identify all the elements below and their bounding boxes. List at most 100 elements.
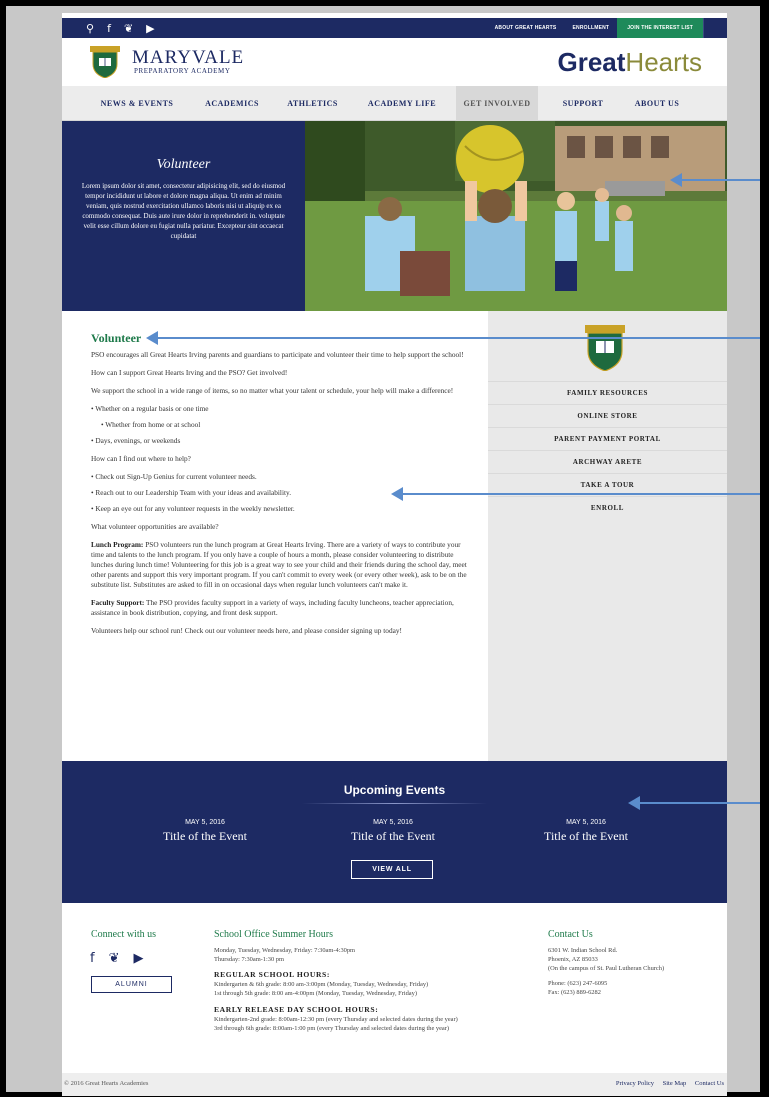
early-release-line: Kindergarten-2nd grade: 8:00am-12:30 pm …	[214, 1016, 458, 1023]
regular-hours-line: Kindergarten & 6th grade: 8:00 am-3:00pm…	[214, 981, 429, 988]
about-great-hearts-link[interactable]: ABOUT GREAT HEARTS	[487, 25, 565, 31]
hero-photo	[305, 121, 727, 311]
great-hearts-logo[interactable]: GreatHearts	[558, 48, 703, 76]
hero-text: Lorem ipsum dolor sit amet, consectetur …	[81, 182, 286, 240]
nav-support[interactable]: SUPPORT	[548, 86, 618, 121]
facebook-icon[interactable]: f	[90, 951, 95, 966]
nav-get-involved[interactable]: GET INVOLVED	[456, 86, 538, 121]
event-date: MAY 5, 2016	[373, 819, 413, 826]
paragraph: How can I find out where to help?	[91, 454, 191, 463]
office-hours-line: Thursday: 7:30am-1:30 pm	[214, 956, 284, 963]
contact-title: Contact Us	[548, 929, 593, 940]
main-content: Volunteer PSO encourages all Great Heart…	[62, 311, 488, 761]
office-hours-title: School Office Summer Hours	[214, 929, 333, 940]
connect-title: Connect with us	[91, 929, 156, 940]
sidebar-item-archway-arete[interactable]: ARCHWAY ARETE	[488, 450, 727, 473]
interest-list-button[interactable]: JOIN THE INTEREST LIST	[617, 18, 703, 38]
event-date: MAY 5, 2016	[185, 819, 225, 826]
early-release-line: 3rd through 6th grade: 8:00am-1:00 pm (e…	[214, 1025, 450, 1032]
paragraph: We support the school in a wide range of…	[91, 386, 454, 395]
early-release-title: EARLY RELEASE DAY SCHOOL HOURS:	[214, 1005, 379, 1014]
event-title[interactable]: Title of the Event	[293, 829, 493, 844]
annotation-arrow	[146, 331, 760, 345]
paragraph: PSO encourages all Great Hearts Irving p…	[91, 350, 464, 359]
lunch-program-text: PSO volunteers run the lunch program at …	[91, 540, 467, 589]
annotation-arrow	[391, 487, 760, 501]
phone-number[interactable]: Phone: (623) 247-6095	[548, 980, 607, 989]
address-line: (On the campus of St. Paul Lutheran Chur…	[548, 965, 665, 972]
social-icons: ⚲ f ❦ ▶	[86, 18, 155, 38]
nav-academy-life[interactable]: ACADEMY LIFE	[357, 86, 447, 121]
site-header: MARYVALE PREPARATORY ACADEMY GreatHearts	[62, 38, 727, 86]
youtube-icon[interactable]: ▶	[146, 22, 154, 35]
event-date: MAY 5, 2016	[566, 819, 606, 826]
school-subtitle: PREPARATORY ACADEMY	[134, 67, 231, 75]
utility-endcap	[703, 18, 727, 38]
annotation-arrow	[628, 796, 760, 810]
hero-title: Volunteer	[156, 157, 211, 172]
youtube-icon[interactable]: ▶	[133, 951, 143, 966]
annotation-arrow	[670, 173, 760, 187]
list-item: • Check out Sign-Up Genius for current v…	[91, 472, 257, 481]
nav-news-events[interactable]: NEWS & EVENTS	[92, 86, 182, 121]
paragraph: How can I support Great Hearts Irving an…	[91, 368, 288, 377]
list-item: • Keep an eye out for any volunteer requ…	[91, 504, 295, 513]
twitter-icon[interactable]: ❦	[109, 951, 120, 966]
article: Volunteer PSO encourages all Great Heart…	[91, 331, 471, 644]
privacy-policy-link[interactable]: Privacy Policy	[616, 1080, 654, 1087]
sidebar-item-parent-payment-portal[interactable]: PARENT PAYMENT PORTAL	[488, 427, 727, 450]
sidebar: FAMILY RESOURCES ONLINE STORE PARENT PAY…	[488, 311, 727, 761]
site-footer: Connect with us f ❦ ▶ ALUMNI School Offi…	[62, 903, 727, 1073]
sidebar-links: FAMILY RESOURCES ONLINE STORE PARENT PAY…	[488, 381, 727, 519]
alumni-button[interactable]: ALUMNI	[91, 976, 172, 993]
address-line: 6301 W. Indian School Rd.	[548, 947, 618, 954]
sidebar-item-family-resources[interactable]: FAMILY RESOURCES	[488, 381, 727, 404]
event-card[interactable]: MAY 5, 2016 Title of the Event	[293, 819, 493, 844]
nav-athletics[interactable]: ATHLETICS	[275, 86, 350, 121]
paragraph: What volunteer opportunities are availab…	[91, 522, 219, 531]
web-page: ⚲ f ❦ ▶ ABOUT GREAT HEARTS ENROLLMENT JO…	[62, 13, 727, 1096]
events-divider	[302, 803, 487, 804]
event-card[interactable]: MAY 5, 2016 Title of the Event	[486, 819, 686, 844]
lunch-program-label: Lunch Program:	[91, 540, 144, 549]
faculty-support-label: Faculty Support:	[91, 598, 145, 607]
hero-panel: Volunteer Lorem ipsum dolor sit amet, co…	[62, 121, 305, 311]
legal-links: Privacy Policy Site Map Contact Us	[609, 1080, 724, 1087]
utility-bar: ⚲ f ❦ ▶ ABOUT GREAT HEARTS ENROLLMENT JO…	[62, 18, 727, 38]
list-item: • Whether on a regular basis or one time	[91, 404, 209, 413]
list-item: • Days, evenings, or weekends	[91, 436, 181, 445]
event-card[interactable]: MAY 5, 2016 Title of the Event	[105, 819, 305, 844]
events-title: Upcoming Events	[343, 783, 446, 797]
search-icon[interactable]: ⚲	[86, 22, 94, 35]
event-title[interactable]: Title of the Event	[486, 829, 686, 844]
fax-number: Fax: (623) 889-6282	[548, 989, 601, 996]
office-hours-line: Monday, Tuesday, Wednesday, Friday: 7:30…	[214, 947, 356, 954]
regular-hours-line: 1st through 5th grade: 8:00 am-4:00pm (M…	[214, 990, 417, 997]
nav-about-us[interactable]: ABOUT US	[622, 86, 692, 121]
faculty-support-paragraph: Faculty Support: The PSO provides facult…	[91, 598, 471, 618]
list-item: • Whether from home or at school	[101, 420, 201, 429]
paragraph: Volunteers help our school run! Check ou…	[91, 626, 402, 635]
copyright-bar: © 2016 Great Hearts Academies Privacy Po…	[62, 1073, 727, 1096]
copyright-text: © 2016 Great Hearts Academies	[64, 1080, 149, 1087]
lunch-program-paragraph: Lunch Program: PSO volunteers run the lu…	[91, 540, 471, 590]
school-crest-icon	[585, 325, 625, 371]
sidebar-item-online-store[interactable]: ONLINE STORE	[488, 404, 727, 427]
nav-academics[interactable]: ACADEMICS	[192, 86, 272, 121]
regular-hours-title: REGULAR SCHOOL HOURS:	[214, 970, 330, 979]
facebook-icon[interactable]: f	[107, 22, 111, 35]
twitter-icon[interactable]: ❦	[124, 22, 133, 35]
enrollment-link[interactable]: ENROLLMENT	[564, 25, 617, 31]
event-title[interactable]: Title of the Event	[105, 829, 305, 844]
screenshot-frame: ⚲ f ❦ ▶ ABOUT GREAT HEARTS ENROLLMENT JO…	[6, 6, 760, 1096]
sidebar-item-enroll[interactable]: ENROLL	[488, 496, 727, 519]
faculty-support-text: The PSO provides faculty support in a va…	[91, 598, 454, 617]
utility-links: ABOUT GREAT HEARTS ENROLLMENT JOIN THE I…	[487, 18, 727, 38]
contact-us-link[interactable]: Contact Us	[695, 1080, 724, 1087]
support-list: • Whether on a regular basis or one time…	[91, 404, 471, 446]
site-map-link[interactable]: Site Map	[663, 1080, 687, 1087]
school-name[interactable]: MARYVALE	[132, 47, 244, 69]
school-crest-logo[interactable]	[90, 46, 120, 78]
main-nav: NEWS & EVENTS ACADEMICS ATHLETICS ACADEM…	[62, 86, 727, 121]
view-all-button[interactable]: VIEW ALL	[351, 860, 433, 879]
